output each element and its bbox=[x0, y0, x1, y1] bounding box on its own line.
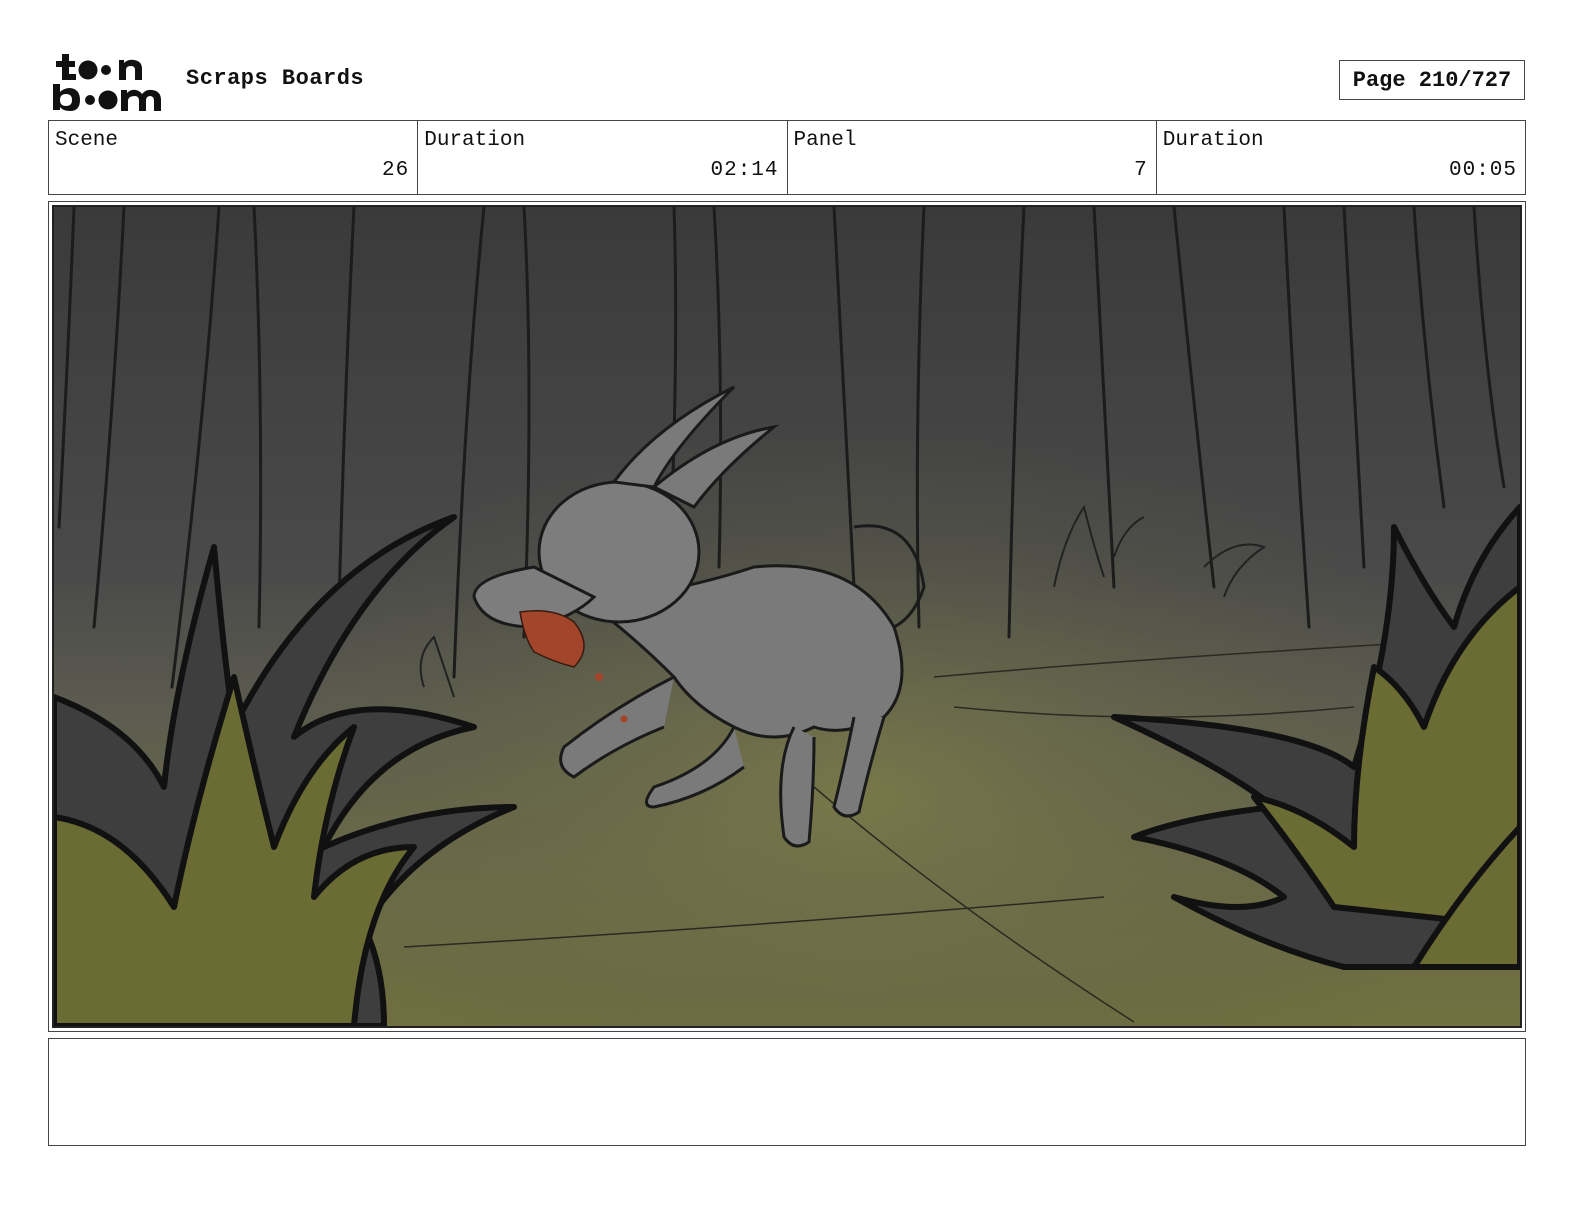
panel-label: Panel bbox=[793, 129, 857, 152]
panel-notes bbox=[48, 1038, 1526, 1146]
toonboom-logo bbox=[53, 54, 161, 111]
panel-illustration bbox=[52, 205, 1522, 1028]
scene-duration-label: Duration bbox=[424, 129, 526, 152]
scene-duration-value: 02:14 bbox=[710, 159, 779, 182]
scene-label: Scene bbox=[55, 129, 119, 152]
panel-duration-cell: Duration 00:05 bbox=[1157, 121, 1525, 194]
panel-duration-value: 00:05 bbox=[1448, 159, 1517, 182]
page-number: Page 210/727 bbox=[1339, 60, 1525, 100]
storyboard-sketch bbox=[54, 207, 1520, 1026]
document-title: Scraps Boards bbox=[186, 66, 365, 91]
scene-value: 26 bbox=[382, 159, 410, 182]
scene-info-table: Scene 26 Duration 02:14 Panel 7 Duration… bbox=[48, 120, 1526, 195]
scene-cell: Scene 26 bbox=[49, 121, 419, 194]
panel-cell: Panel 7 bbox=[788, 121, 1157, 194]
panel-value: 7 bbox=[1134, 159, 1148, 182]
panel-duration-label: Duration bbox=[1162, 129, 1264, 152]
scene-duration-cell: Duration 02:14 bbox=[418, 121, 788, 194]
